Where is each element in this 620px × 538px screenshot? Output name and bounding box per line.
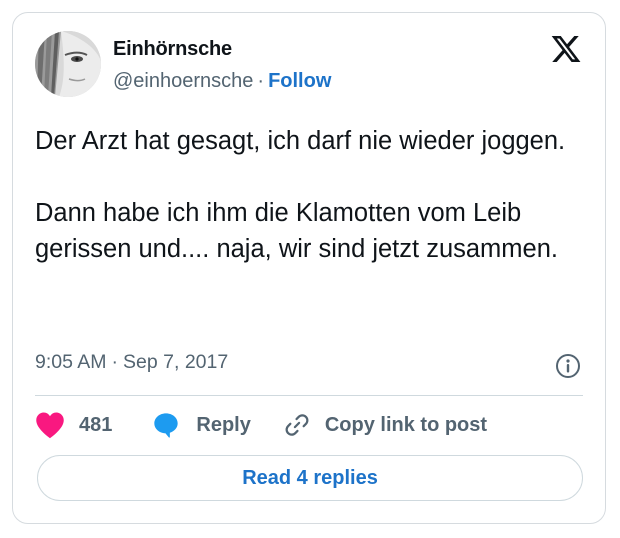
- meta-separator: ·: [111, 351, 119, 373]
- divider: [35, 395, 583, 396]
- info-icon[interactable]: [555, 353, 581, 379]
- speech-bubble-icon: [152, 411, 180, 439]
- display-name[interactable]: Einhörnsche: [113, 38, 232, 61]
- reply-label: Reply: [196, 413, 251, 436]
- link-icon: [283, 411, 311, 439]
- handle-row: @einhoernsche · Follow: [113, 70, 331, 93]
- heart-icon: [35, 411, 65, 439]
- tweet-card: Einhörnsche @einhoernsche · Follow Der Arz…: [12, 12, 606, 524]
- tweet-date: Sep 7, 2017: [123, 351, 229, 373]
- like-count: 481: [79, 413, 113, 436]
- handle-separator: ·: [257, 70, 265, 92]
- user-handle[interactable]: @einhoernsche: [113, 70, 253, 92]
- copy-link-label: Copy link to post: [324, 413, 488, 436]
- avatar[interactable]: [35, 31, 101, 97]
- tweet-text: Der Arzt hat gesagt, ich darf nie wieder…: [35, 123, 595, 267]
- tweet-time: 9:05 AM: [35, 351, 107, 373]
- tweet-paragraph: Dann habe ich ihm die Klamotten vom Leib…: [35, 199, 558, 263]
- read-replies-button[interactable]: Read 4 replies: [37, 455, 583, 501]
- like-button[interactable]: 481: [35, 411, 112, 439]
- follow-button[interactable]: Follow: [268, 70, 331, 92]
- x-logo-icon[interactable]: [550, 33, 582, 65]
- avatar-photo-icon: [35, 31, 101, 97]
- action-bar: 481 Reply Copy link to post: [35, 409, 487, 441]
- tweet-paragraph: Der Arzt hat gesagt, ich darf nie wieder…: [35, 127, 566, 155]
- tweet-timestamp[interactable]: 9:05 AM · Sep 7, 2017: [35, 351, 228, 374]
- reply-button[interactable]: Reply: [152, 411, 251, 439]
- copy-link-button[interactable]: Copy link to post: [283, 411, 487, 439]
